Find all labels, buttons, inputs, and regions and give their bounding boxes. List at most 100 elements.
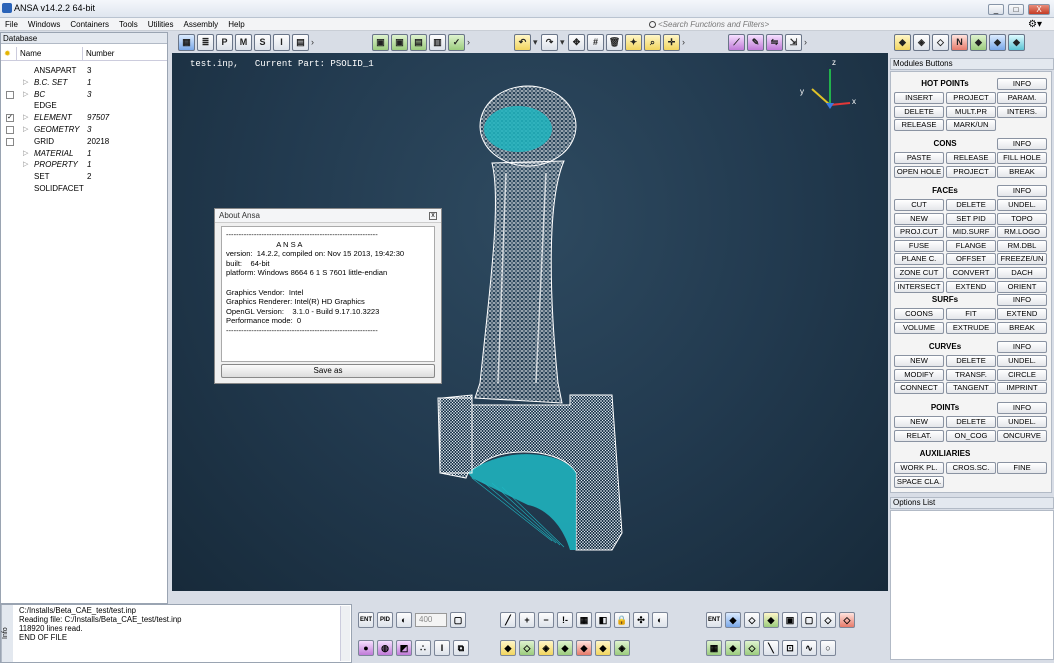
column-name[interactable]: Name xyxy=(17,47,83,60)
check-geometry-icon[interactable]: ▣ xyxy=(391,33,408,51)
module-button[interactable]: TRANSF. xyxy=(946,368,996,381)
module-button[interactable]: UNDEL. xyxy=(997,416,1047,428)
mesh-face-icon[interactable]: ◈ xyxy=(614,640,630,656)
module-section-title[interactable]: POINTs xyxy=(894,402,996,414)
pid-visibility-button[interactable]: PID xyxy=(377,612,393,628)
module-button[interactable]: CONNECT xyxy=(894,382,944,395)
module-button[interactable]: UNDEL. xyxy=(997,199,1047,211)
database-row[interactable]: ✓ ▷ ELEMENT 97507 xyxy=(1,112,167,124)
column-number[interactable]: Number xyxy=(83,47,167,60)
minimize-button[interactable]: _ xyxy=(988,4,1004,15)
module-button[interactable]: DACH xyxy=(997,267,1047,279)
ent-visibility-button[interactable]: ENT xyxy=(358,612,374,628)
module-button[interactable]: DELETE xyxy=(946,416,996,428)
database-row[interactable]: SOLIDFACET xyxy=(1,183,167,195)
module-button[interactable]: PARAM. xyxy=(997,92,1047,104)
mesh-module-icon[interactable]: ◈ xyxy=(913,33,930,51)
module-button[interactable]: NEW xyxy=(894,355,944,367)
green-grid-icon[interactable]: ▦ xyxy=(706,640,722,656)
deck-module-icon[interactable]: ◇ xyxy=(932,33,949,51)
info-button[interactable]: INFO xyxy=(997,294,1047,306)
visibility-checkbox[interactable] xyxy=(6,137,14,146)
measure-icon[interactable]: ⟋ xyxy=(728,33,745,51)
minus-icon[interactable]: − xyxy=(538,612,554,628)
line-icon[interactable]: ╱ xyxy=(500,612,516,628)
cube-outline-icon[interactable]: ◇ xyxy=(744,612,760,628)
module-section-title[interactable]: SURFs xyxy=(894,294,996,306)
red-face-icon[interactable]: ◆ xyxy=(576,640,592,656)
cube-blue-icon[interactable]: ◆ xyxy=(725,612,741,628)
module-button[interactable]: RM.LOGO xyxy=(997,226,1047,239)
module-button[interactable]: CIRCLE xyxy=(997,368,1047,381)
database-row[interactable]: ▷ PROPERTY 1 xyxy=(1,159,167,171)
module-button[interactable]: EXTEND xyxy=(946,280,996,293)
volume-module-icon[interactable]: ◆ xyxy=(989,33,1006,51)
chevron-right-icon[interactable]: › xyxy=(804,37,810,47)
settings-gear-icon[interactable]: ⚙▾ xyxy=(1028,19,1042,30)
lightbulb-icon[interactable]: ✹ xyxy=(1,47,17,60)
chevron-down-icon[interactable]: ▾ xyxy=(560,37,566,48)
expand-arrow-icon[interactable]: ▷ xyxy=(23,124,28,136)
module-button[interactable]: INTERS. xyxy=(997,105,1047,118)
visibility-checkbox[interactable] xyxy=(6,126,14,134)
module-button[interactable]: ONCURVE xyxy=(997,429,1047,442)
draw-line-icon[interactable]: ╲ xyxy=(763,640,779,656)
module-button[interactable]: RM.DBL xyxy=(997,239,1047,252)
move-icon[interactable]: ✥ xyxy=(568,33,585,51)
annotate-icon[interactable]: ✎ xyxy=(747,33,764,51)
database-row[interactable]: ▷ BC 3 xyxy=(1,89,167,101)
module-button[interactable]: FIT xyxy=(946,308,996,320)
magnify-icon[interactable]: ⌕ xyxy=(644,33,661,51)
info-button[interactable]: INFO xyxy=(997,185,1047,197)
ent-view-button[interactable]: ENT xyxy=(706,612,722,628)
module-button[interactable]: BREAK xyxy=(997,321,1047,334)
green-face-icon[interactable]: ◆ xyxy=(557,640,573,656)
list-icon[interactable]: ≣ xyxy=(197,33,214,51)
points-icon[interactable]: ∴ xyxy=(415,640,431,656)
pointer-icon[interactable]: ⇲ xyxy=(785,33,802,51)
module-section-title[interactable]: HOT POINTs xyxy=(894,78,996,90)
translate-icon[interactable]: ✛ xyxy=(663,33,680,51)
s-icon[interactable]: S xyxy=(254,33,271,51)
open-file-icon[interactable]: ▦ xyxy=(178,33,195,51)
info-tab[interactable]: Info xyxy=(1,605,13,662)
i-section-icon[interactable]: I xyxy=(434,640,450,656)
module-button[interactable]: DELETE xyxy=(946,355,996,367)
expand-arrow-icon[interactable]: ▷ xyxy=(23,159,28,171)
module-button[interactable]: FUSE xyxy=(894,239,944,252)
module-button[interactable]: BREAK xyxy=(997,165,1047,178)
module-button[interactable]: FLANGE xyxy=(946,239,996,252)
visibility-checkbox[interactable] xyxy=(6,90,14,99)
module-button[interactable]: ZONE CUT xyxy=(894,267,944,279)
box-icon[interactable]: ◩ xyxy=(396,640,412,656)
module-button[interactable]: INTERSECT xyxy=(894,280,944,293)
not-icon[interactable]: !- xyxy=(557,612,573,628)
info-button[interactable]: INFO xyxy=(997,402,1047,414)
module-button[interactable]: OFFSET xyxy=(946,253,996,266)
nastran-deck-icon[interactable]: N xyxy=(951,33,968,51)
module-button[interactable]: VOLUME xyxy=(894,321,944,334)
curve-icon[interactable]: ∿ xyxy=(801,640,817,656)
delete-icon[interactable]: 🗑 xyxy=(606,33,623,51)
hide-icon[interactable]: ◐ xyxy=(652,612,668,628)
green-box-icon[interactable]: ◆ xyxy=(725,640,741,656)
module-button[interactable]: DELETE xyxy=(946,199,996,211)
database-row[interactable]: ▷ GEOMETRY 3 xyxy=(1,124,167,136)
cross-section-icon[interactable]: ⧉ xyxy=(453,640,469,656)
grid-view-icon[interactable]: ▤ xyxy=(292,33,309,51)
node-icon[interactable]: ⊡ xyxy=(782,640,798,656)
cube-colored-icon[interactable]: ◆ xyxy=(763,612,779,628)
yellow-face-icon[interactable]: ◆ xyxy=(595,640,611,656)
maximize-button[interactable]: □ xyxy=(1008,4,1024,15)
close-icon[interactable]: x xyxy=(429,212,437,220)
wireframe-cube-icon[interactable]: ▣ xyxy=(782,612,798,628)
frame-icon[interactable]: ▢ xyxy=(450,612,466,628)
menu-tools[interactable]: Tools xyxy=(114,18,143,31)
module-button[interactable]: CUT xyxy=(894,199,944,211)
expand-arrow-icon[interactable]: ▷ xyxy=(23,77,28,89)
module-button[interactable]: OPEN HOLE xyxy=(894,165,944,178)
module-button[interactable]: CONVERT xyxy=(946,267,996,279)
module-button[interactable]: INSERT xyxy=(894,92,944,104)
chevron-right-icon[interactable]: › xyxy=(467,37,473,47)
module-button[interactable]: RELEASE xyxy=(946,152,996,164)
